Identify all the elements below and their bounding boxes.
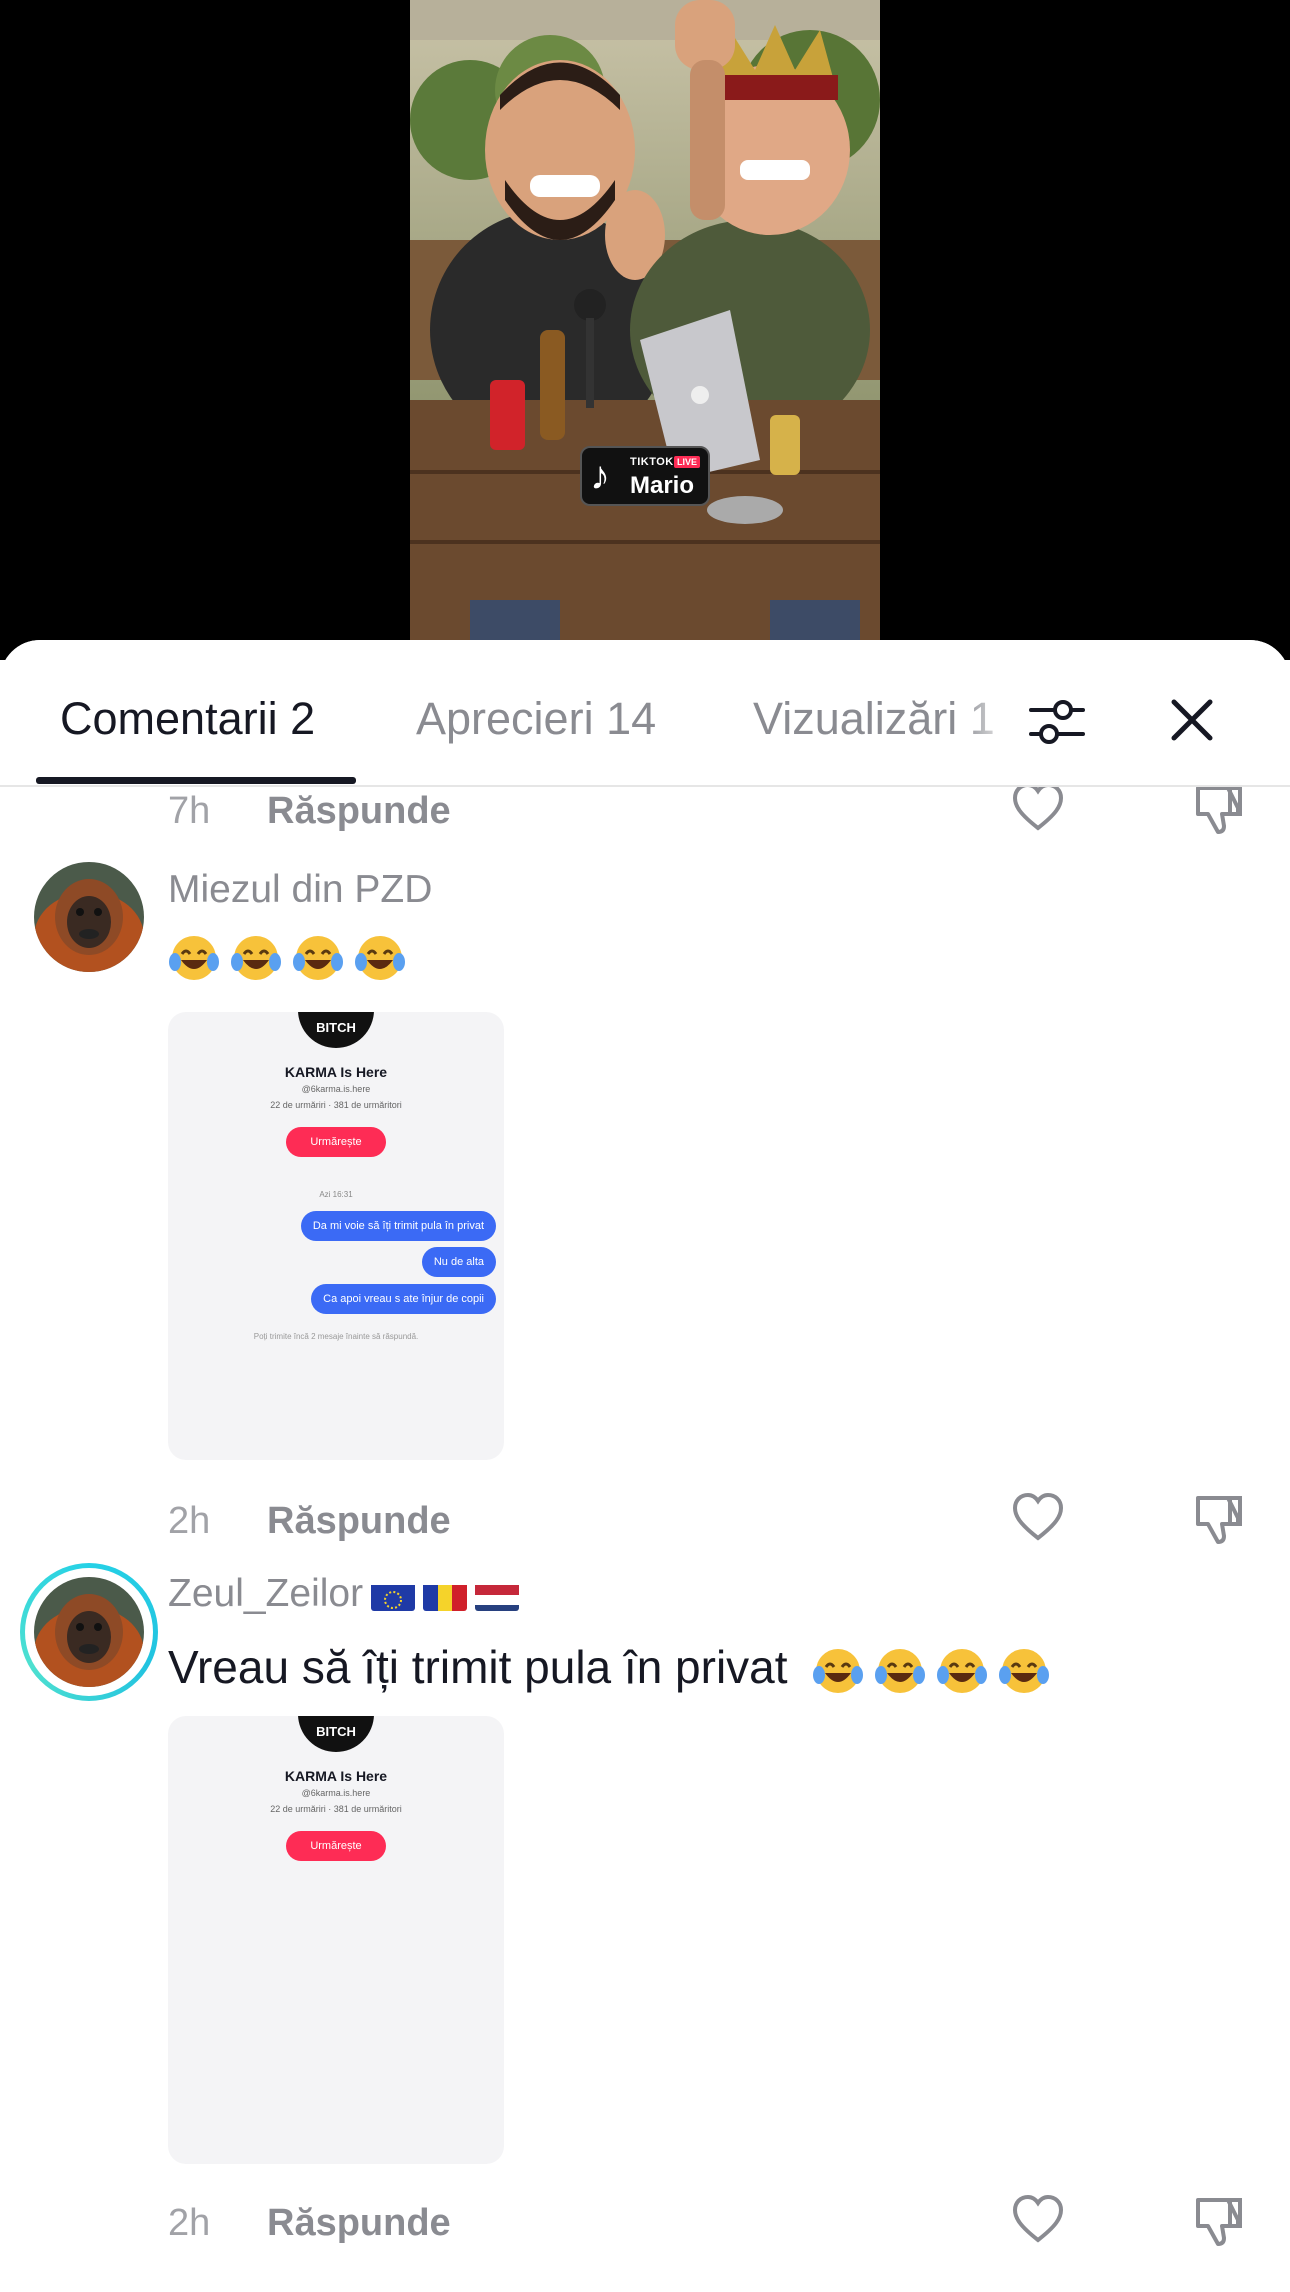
live-badge-name: Mario [630, 472, 695, 499]
comment-attachment-image[interactable]: BITCH KARMA Is Here @6karma.is.here 22 d… [168, 1012, 504, 1460]
romania-flag-icon [423, 1581, 468, 1611]
comment-username[interactable]: Miezul din PZD [168, 868, 432, 912]
comment-username[interactable]: Zeul_Zeilor [168, 1572, 520, 1616]
comment-text-content: Vreau să îți trimit pula în privat [168, 1641, 788, 1693]
reply-button[interactable]: Răspunde [267, 1500, 451, 1543]
video-thumbnail [410, 0, 880, 660]
comment-attachment-image[interactable]: BITCH KARMA Is Here @6karma.is.here 22 d… [168, 1716, 504, 2164]
message-bubble: Nu de alta [421, 1247, 496, 1277]
attachment-title: KARMA Is Here [284, 1768, 388, 1784]
laughing-tears-emoji-icon [355, 936, 405, 980]
heart-icon[interactable] [1010, 780, 1066, 836]
thumbs-down-icon[interactable] [1190, 1490, 1246, 1546]
tiktok-live-badge: ♪ TIKTOK LIVE Mario [580, 446, 710, 506]
thumbs-down-icon[interactable] [1190, 780, 1246, 836]
laughing-tears-emoji-icon [231, 936, 281, 980]
reply-button[interactable]: Răspunde [267, 790, 451, 833]
attachment-stats: 22 de urmăriri · 381 de urmăritori [270, 1100, 402, 1110]
comment-time: 2h [168, 2202, 211, 2244]
heart-icon[interactable] [1010, 2192, 1066, 2248]
comments-sheet: 7h Răspunde Miezul din PZD BITCH KARMA I… [0, 640, 1290, 2292]
tiktok-logo-icon: ♪ [590, 454, 610, 498]
laughing-tears-emoji-icon [169, 936, 219, 980]
attachment-handle: @6karma.is.here [301, 1084, 371, 1094]
comment-meta-row: 2h Răspunde [0, 2192, 1290, 2262]
profile-badge: BITCH [298, 1716, 374, 1752]
comment-text: Vreau să îți trimit pula în privat [168, 1640, 1060, 1697]
attachment-date: Azi 16:31 [319, 1190, 353, 1199]
netherlands-flag-icon [475, 1581, 520, 1611]
avatar[interactable] [34, 1577, 144, 1687]
tabs-header: Comentarii 2 Aprecieri 14 Vizualizări 1 [0, 640, 1290, 787]
live-badge-brand: TIKTOK [630, 456, 674, 468]
comment-emojis [168, 932, 416, 988]
laughing-tears-emoji-icon [999, 1648, 1050, 1693]
avatar[interactable] [34, 862, 144, 972]
tab-views[interactable]: Vizualizări 1 [753, 692, 995, 746]
laughing-tears-emoji-icon [937, 1648, 988, 1693]
profile-badge: BITCH [298, 1012, 374, 1048]
attachment-handle: @6karma.is.here [301, 1788, 371, 1798]
reply-button[interactable]: Răspunde [267, 2202, 451, 2245]
thumbs-down-icon[interactable] [1190, 2192, 1246, 2248]
message-bubble: Da mi voie să îți trimit pula în privat [300, 1211, 496, 1241]
tab-comments[interactable]: Comentarii 2 [60, 692, 315, 746]
tab-likes[interactable]: Aprecieri 14 [416, 692, 656, 746]
live-pill: LIVE [674, 456, 701, 468]
laughing-tears-emoji-icon [875, 1648, 926, 1693]
video-player[interactable]: ♪ TIKTOK LIVE Mario [0, 0, 1290, 660]
comment-meta-row: 2h Răspunde [0, 1490, 1290, 1560]
active-tab-indicator [36, 777, 356, 784]
attachment-title: KARMA Is Here [284, 1064, 388, 1080]
comment-time: 2h [168, 1500, 211, 1542]
message-bubble: Ca apoi vreau s ate înjur de copii [311, 1284, 496, 1314]
close-icon[interactable] [1160, 688, 1224, 752]
comment-time: 7h [168, 790, 211, 832]
laughing-tears-emoji-icon [293, 936, 343, 980]
attachment-follow-button: Urmărește [286, 1127, 386, 1157]
laughing-tears-emoji-icon [813, 1648, 864, 1693]
heart-icon[interactable] [1010, 1490, 1066, 1546]
comments-list[interactable]: 7h Răspunde Miezul din PZD BITCH KARMA I… [0, 640, 1290, 2292]
eu-flag-icon [371, 1581, 416, 1611]
comment-meta-row: 7h Răspunde [0, 780, 1290, 850]
attachment-stats: 22 de urmăriri · 381 de urmăritori [270, 1804, 402, 1814]
sliders-icon[interactable] [1025, 690, 1089, 754]
attachment-note: Poți trimite încă 2 mesaje înainte să ră… [253, 1332, 419, 1341]
attachment-follow-button: Urmărește [286, 1831, 386, 1861]
comment-username-text: Zeul_Zeilor [168, 1572, 364, 1615]
